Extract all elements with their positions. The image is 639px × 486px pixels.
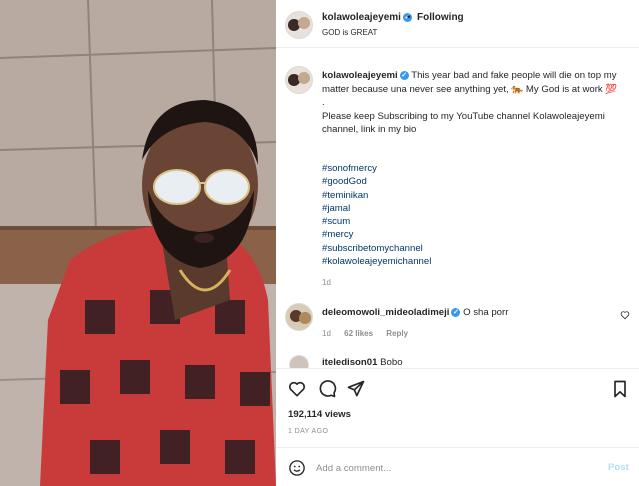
comment-meta: 1d 62 likes Reply <box>322 329 419 338</box>
comment-body: O sha porr <box>460 307 509 318</box>
view-count[interactable]: 192,114 views <box>288 409 351 420</box>
comment-like-heart-icon[interactable] <box>620 310 630 320</box>
comment-username[interactable]: iteledison01 <box>322 357 377 368</box>
heart-icon[interactable] <box>287 379 307 399</box>
hashtag-link[interactable]: #mercy <box>322 228 431 241</box>
caption-line-3: Please keep Subscribing to my YouTube ch… <box>322 110 605 136</box>
caption-text: kolawoleajeyemi ✓ This year bad and fake … <box>322 69 627 137</box>
add-comment-bar: Post <box>276 447 639 486</box>
comment-icon[interactable] <box>317 379 337 399</box>
emoji-icon[interactable] <box>288 459 306 477</box>
caption-author-avatar[interactable] <box>285 66 313 94</box>
hashtag-link[interactable]: #jamal <box>322 202 431 215</box>
hashtag-link[interactable]: #scum <box>322 215 431 228</box>
verified-badge-icon: ✓ <box>399 70 409 80</box>
post-header: kolawoleajeyemi ✓ • Following GOD is GREA… <box>276 0 639 48</box>
comment-input[interactable] <box>316 459 586 477</box>
post-location-subtitle[interactable]: GOD is GREAT <box>322 28 377 37</box>
post-media-image[interactable] <box>0 0 276 486</box>
hashtag-link[interactable]: #subscribetomychannel <box>322 242 431 255</box>
action-bar <box>276 368 639 406</box>
comment-reply-button[interactable]: Reply <box>386 329 408 338</box>
caption-username[interactable]: kolawoleajeyemi <box>322 70 398 81</box>
hashtag-list: #sonofmercy #goodGod #teminikan #jamal #… <box>322 162 431 268</box>
header-dot-separator: • <box>407 12 411 23</box>
comment-username[interactable]: deleomowoli_mideoladimeji <box>322 307 449 318</box>
hashtag-link[interactable]: #sonofmercy <box>322 162 431 175</box>
caption-line-2: . <box>322 97 325 108</box>
hashtag-link[interactable]: #kolawoleajeyemichannel <box>322 255 431 268</box>
caption-timestamp[interactable]: 1d <box>322 278 331 287</box>
author-username-container[interactable]: kolawoleajeyemi ✓ <box>322 12 412 23</box>
commenter-avatar[interactable] <box>285 303 313 331</box>
post-comment-button[interactable]: Post <box>608 462 629 473</box>
following-button[interactable]: Following <box>417 12 464 23</box>
author-avatar[interactable] <box>285 11 313 39</box>
author-username[interactable]: kolawoleajeyemi <box>322 12 401 23</box>
comment-text: iteledison01 Bobo <box>322 357 462 368</box>
post-photo <box>0 0 276 486</box>
comment-timestamp[interactable]: 1d <box>322 329 331 338</box>
comment-text: deleomowoli_mideoladimeji ✓ O sha porr <box>322 307 508 318</box>
hashtag-link[interactable]: #teminikan <box>322 189 431 202</box>
hashtag-link[interactable]: #goodGod <box>322 175 431 188</box>
post-date[interactable]: 1 DAY AGO <box>288 428 328 435</box>
share-icon[interactable] <box>346 379 366 399</box>
post-panel: kolawoleajeyemi ✓ • Following GOD is GREA… <box>276 0 639 486</box>
comment-body: Bobo <box>377 357 403 368</box>
bookmark-icon[interactable] <box>610 379 630 399</box>
comment-likes[interactable]: 62 likes <box>344 329 373 338</box>
